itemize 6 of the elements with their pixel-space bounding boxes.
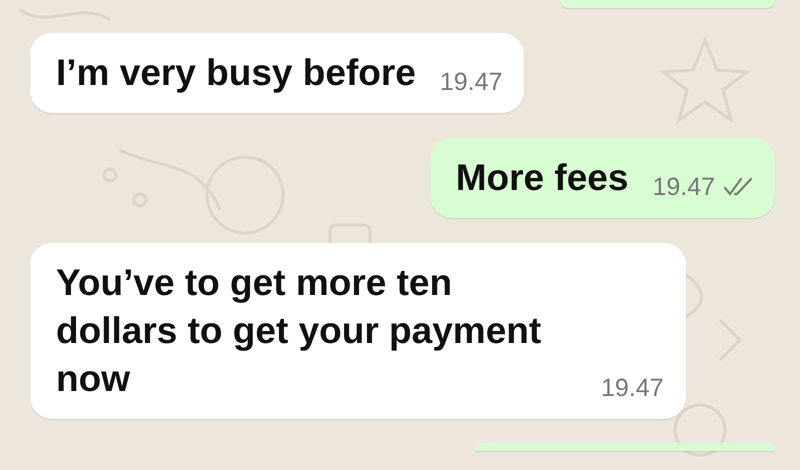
message-text: More fees xyxy=(456,156,628,200)
message-time: 19.47 xyxy=(652,172,715,202)
message-time: 19.47 xyxy=(601,373,664,403)
message-time: 19.47 xyxy=(440,67,502,97)
message-text: I’m very busy before xyxy=(56,51,416,95)
message-text: You’ve to get more ten dollars to get your payment now xyxy=(56,261,542,401)
